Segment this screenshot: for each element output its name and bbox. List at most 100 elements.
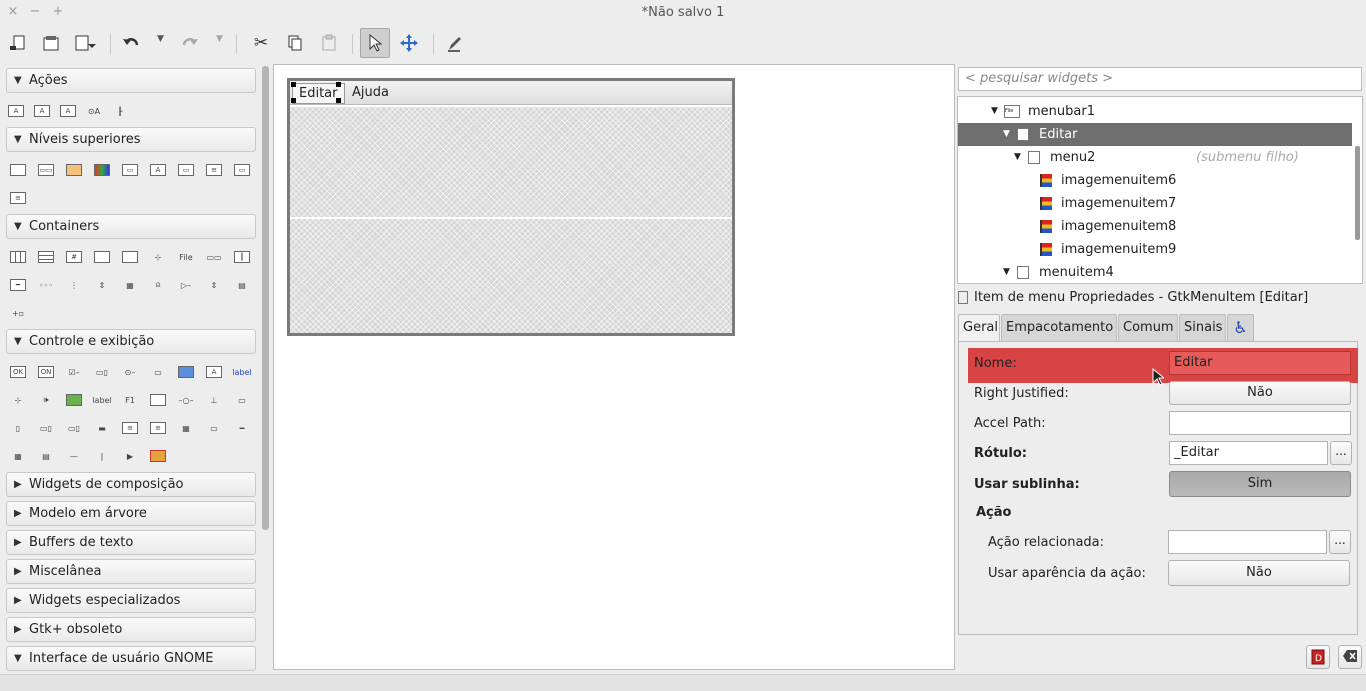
search-widgets-input[interactable]: < pesquisar widgets > xyxy=(958,67,1362,91)
palette-section-miscelanea[interactable]: ▶ Miscelânea xyxy=(6,559,256,584)
drag-resize-icon[interactable] xyxy=(394,28,424,58)
tree-row[interactable]: imagemenuitem8 xyxy=(958,215,1352,238)
palette-section-interface-gnome[interactable]: ▼ Interface de usuário GNOME xyxy=(6,646,256,671)
edit-icon[interactable] xyxy=(440,28,470,58)
redo-dropdown-icon[interactable]: ▼ xyxy=(216,34,223,44)
hscrollbar-icon[interactable]: ▭ xyxy=(232,392,252,408)
right-justified-toggle[interactable]: Não xyxy=(1169,381,1351,405)
accel-label-icon[interactable]: F1 xyxy=(120,392,140,408)
selection-handle[interactable] xyxy=(291,82,296,87)
placeholder-slot[interactable] xyxy=(290,219,732,333)
ruler-icon[interactable]: ▤ xyxy=(36,448,56,464)
palette-section-controle-e-exibicao[interactable]: ▼ Controle e exibição xyxy=(6,329,256,354)
message-dialog-icon[interactable]: ≡ xyxy=(204,162,224,178)
toggle-action-icon[interactable]: A xyxy=(58,103,78,119)
tree-row[interactable]: ▼ menu2 (submenu filho) xyxy=(958,146,1352,169)
entry-icon[interactable] xyxy=(148,392,168,408)
progress-bar-icon[interactable]: ▬ xyxy=(92,420,112,436)
widget-inspector-tree[interactable]: ▼ File menubar1 ▼ Editar ▼ menu2 (submen… xyxy=(957,96,1363,284)
action-icon[interactable]: A xyxy=(6,103,26,119)
label-field[interactable]: _Editar xyxy=(1169,441,1328,465)
hscale-icon[interactable]: –○– xyxy=(176,392,196,408)
selection-handle[interactable] xyxy=(291,98,296,103)
volume-button-icon[interactable]: 🕪 xyxy=(36,392,56,408)
about-dialog-icon[interactable] xyxy=(64,162,84,178)
expander-down-icon[interactable]: ▼ xyxy=(1003,261,1010,283)
copy-icon[interactable] xyxy=(280,28,310,58)
tree-row[interactable]: ▼ File menubar1 xyxy=(958,100,1352,123)
recent-action-icon[interactable]: ┠ xyxy=(110,103,130,119)
input-dialog-icon[interactable]: ▭ xyxy=(176,162,196,178)
label-icon[interactable]: label xyxy=(92,392,112,408)
tree-row[interactable]: imagemenuitem9 xyxy=(958,238,1352,261)
label-edit-button[interactable]: ... xyxy=(1330,441,1352,465)
vline-icon[interactable]: | xyxy=(92,448,112,464)
undo-dropdown-icon[interactable]: ▼ xyxy=(157,34,164,44)
name-field[interactable]: Editar xyxy=(1169,351,1351,375)
fixed-icon[interactable]: ▦ xyxy=(120,277,140,293)
notebook-icon[interactable] xyxy=(92,249,112,265)
design-window[interactable]: Editar Ajuda xyxy=(287,78,735,336)
table-icon[interactable]: # xyxy=(64,249,84,265)
file-chooser-button-icon[interactable]: ▭ xyxy=(148,364,168,380)
custom-widget-icon[interactable]: ▭ xyxy=(204,420,224,436)
hseparator-icon[interactable]: ━ xyxy=(232,420,252,436)
expander-icon[interactable]: ▷– xyxy=(176,277,196,293)
tree-row-selected[interactable]: ▼ Editar xyxy=(958,123,1352,146)
vscrollbar-icon[interactable]: ▯ xyxy=(8,420,28,436)
text-view-icon[interactable]: ≡ xyxy=(120,420,140,436)
related-action-field[interactable] xyxy=(1168,530,1327,554)
layout-icon[interactable]: ⇕ xyxy=(92,277,112,293)
toggle-button-icon[interactable]: ON xyxy=(36,364,56,380)
radio-action-icon[interactable]: ⊙A xyxy=(84,103,104,119)
tab-sinais[interactable]: Sinais xyxy=(1179,314,1226,341)
tree-scrollbar[interactable] xyxy=(1355,146,1360,240)
button-icon[interactable]: OK xyxy=(8,364,28,380)
check-button-icon[interactable]: ☑– xyxy=(64,364,84,380)
palette-section-gtk-obsoleto[interactable]: ▶ Gtk+ obsoleto xyxy=(6,617,256,642)
font-button-icon[interactable]: A xyxy=(204,364,224,380)
recent-dialog-icon[interactable]: ▭ xyxy=(232,162,252,178)
documentation-icon[interactable]: D xyxy=(1306,645,1330,669)
combo-entry-icon[interactable]: ▭▯ xyxy=(64,420,84,436)
expander-down-icon[interactable]: ▼ xyxy=(1003,123,1010,146)
hbuttonbox-icon[interactable]: ◦◦◦ xyxy=(36,277,56,293)
save-icon[interactable] xyxy=(70,28,100,58)
selection-handle[interactable] xyxy=(336,98,341,103)
hbox-icon[interactable] xyxy=(8,249,28,265)
color-button-icon[interactable] xyxy=(176,364,196,380)
tree-row[interactable]: ▼ menuitem4 xyxy=(958,261,1352,283)
vpaned-icon[interactable]: ━ xyxy=(8,277,28,293)
arrow-icon[interactable]: ▶ xyxy=(120,448,140,464)
image-icon[interactable] xyxy=(64,392,84,408)
combo-box-icon[interactable]: ▭▯ xyxy=(36,420,56,436)
scrolled-window-icon[interactable]: ▤ xyxy=(232,277,252,293)
related-action-edit-button[interactable]: ... xyxy=(1329,530,1351,554)
use-underline-toggle[interactable]: Sim xyxy=(1169,471,1351,497)
undo-icon[interactable] xyxy=(116,28,146,58)
menubar-icon[interactable]: File xyxy=(176,249,196,265)
aspect-frame-icon[interactable]: ⊹ xyxy=(148,249,168,265)
use-action-appearance-toggle[interactable]: Não xyxy=(1168,560,1350,586)
window-icon[interactable] xyxy=(8,162,28,178)
event-box-icon[interactable]: ⍝ xyxy=(148,277,168,293)
scale-button-icon[interactable]: ⊹ xyxy=(8,392,28,408)
design-menubar[interactable]: Editar Ajuda xyxy=(290,81,732,105)
vscale-icon[interactable]: ⊥ xyxy=(204,392,224,408)
cut-icon[interactable]: ✂ xyxy=(246,28,276,58)
tab-comum[interactable]: Comum xyxy=(1118,314,1178,341)
palette-section-acoes[interactable]: ▼ Ações xyxy=(6,68,256,93)
palette-section-buffers-de-texto[interactable]: ▶ Buffers de texto xyxy=(6,530,256,555)
calendar-icon[interactable]: ▦ xyxy=(8,448,28,464)
assistant-icon[interactable]: ≡ xyxy=(8,190,28,206)
new-icon[interactable] xyxy=(3,28,33,58)
palette-section-containers[interactable]: ▼ Containers xyxy=(6,214,256,239)
accessibility-icon[interactable]: ♿ xyxy=(1227,314,1254,341)
accel-path-field[interactable] xyxy=(1169,411,1351,435)
selector-icon[interactable] xyxy=(360,28,390,58)
clear-icon[interactable] xyxy=(1338,645,1362,669)
dialog-icon[interactable]: ▭▭ xyxy=(36,162,56,178)
file-dialog-icon[interactable]: ▭ xyxy=(120,162,140,178)
open-icon[interactable] xyxy=(36,28,66,58)
palette-section-widgets-de-composicao[interactable]: ▶ Widgets de composição xyxy=(6,472,256,497)
